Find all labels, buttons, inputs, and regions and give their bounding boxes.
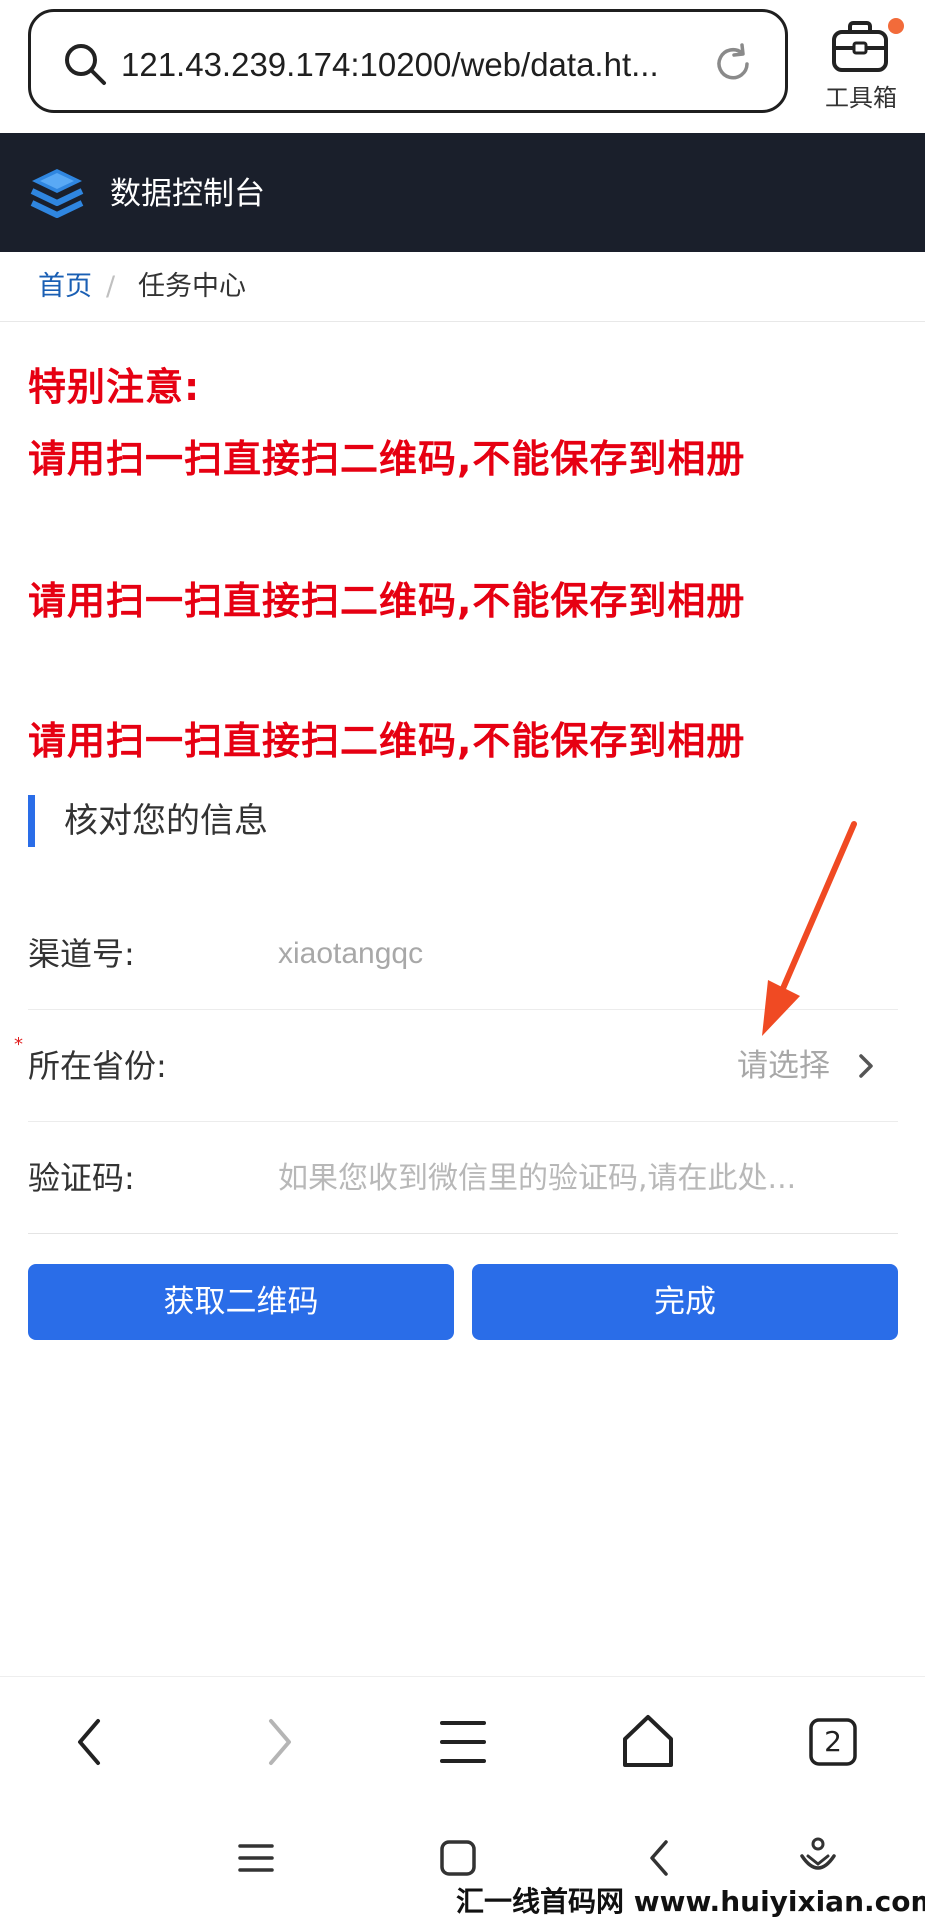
required-mark: *	[14, 1034, 23, 1055]
done-button[interactable]: 完成	[472, 1264, 898, 1340]
toolbox-icon	[832, 21, 888, 72]
reload-icon[interactable]	[709, 40, 757, 88]
verify-code-row: 验证码:	[28, 1122, 898, 1234]
province-label: 所在省份:	[28, 1047, 167, 1085]
browser-nav-bar: 2	[0, 1676, 925, 1806]
breadcrumb-current: 任务中心	[138, 271, 246, 302]
verify-code-label: 验证码:	[28, 1159, 135, 1197]
section-accent-bar	[28, 795, 35, 847]
home-icon[interactable]	[613, 1707, 683, 1777]
app-header: 数据控制台	[0, 133, 925, 252]
search-icon	[65, 44, 106, 85]
breadcrumb-home-link[interactable]: 首页	[38, 252, 92, 322]
channel-label: 渠道号:	[28, 935, 135, 973]
toolbox-button[interactable]: 工具箱	[818, 12, 904, 112]
notice-line: 请用扫一扫直接扫二维码,不能保存到相册	[28, 437, 746, 481]
get-qr-code-button[interactable]: 获取二维码	[28, 1264, 454, 1340]
notification-dot	[888, 18, 904, 34]
annotation-arrow-icon	[762, 821, 857, 1036]
channel-value: xiaotangqc	[278, 937, 424, 970]
breadcrumb-separator: /	[106, 271, 116, 302]
section-title: 核对您的信息	[64, 801, 268, 841]
verify-code-input[interactable]	[278, 1152, 888, 1204]
forward-icon[interactable]	[243, 1707, 313, 1777]
notice-line: 请用扫一扫直接扫二维码,不能保存到相册	[28, 719, 746, 763]
notice-line: 请用扫一扫直接扫二维码,不能保存到相册	[28, 579, 746, 623]
system-home-icon[interactable]	[430, 1830, 486, 1886]
watermark-text: 汇一线首码网 www.huiyixian.com	[456, 1885, 925, 1918]
back-icon[interactable]	[56, 1707, 126, 1777]
assistant-icon[interactable]	[790, 1830, 846, 1886]
menu-icon[interactable]	[428, 1707, 498, 1777]
app-title: 数据控制台	[110, 176, 265, 212]
address-bar[interactable]: 121.43.239.174:10200/web/data.ht...	[28, 9, 788, 113]
recents-menu-icon[interactable]	[228, 1830, 284, 1886]
layers-logo-icon	[30, 169, 84, 218]
toolbox-label: 工具箱	[825, 84, 897, 112]
browser-top-bar: 121.43.239.174:10200/web/data.ht... 工具箱	[0, 0, 925, 133]
section-header: 核对您的信息	[28, 792, 628, 850]
tab-count: 2	[824, 1725, 842, 1758]
tabs-button[interactable]: 2	[798, 1707, 868, 1777]
url-text[interactable]: 121.43.239.174:10200/web/data.ht...	[121, 40, 701, 90]
notice-title: 特别注意:	[28, 365, 201, 409]
chevron-right-icon	[859, 1054, 873, 1078]
breadcrumb: 首页 / 任务中心	[0, 252, 925, 322]
system-back-icon[interactable]	[632, 1830, 688, 1886]
